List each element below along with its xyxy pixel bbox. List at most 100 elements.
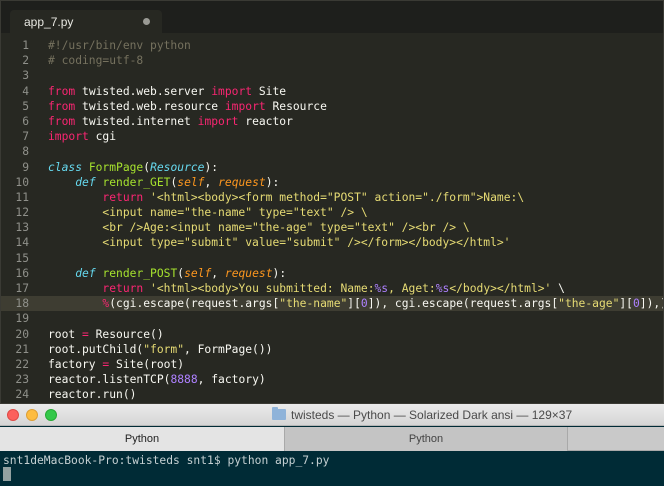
- code-token: request: [224, 266, 273, 280]
- code-line[interactable]: 15: [1, 251, 663, 266]
- line-number: 4: [22, 84, 29, 98]
- code-line[interactable]: 19: [1, 311, 663, 326]
- code-line[interactable]: 13 <br />Age:<input name="the-age" type=…: [1, 220, 663, 235]
- code-token: 0: [360, 297, 368, 311]
- code-text: def render_POST(self, request):: [48, 266, 286, 281]
- code-line[interactable]: 16 def render_POST(self, request):: [1, 266, 663, 281]
- terminal-title: twisteds — Python — Solarized Dark ansi …: [291, 408, 573, 422]
- code-text: root = Resource(): [48, 327, 164, 342]
- code-token: twisted.internet: [75, 114, 198, 128]
- line-number: 14: [15, 236, 29, 250]
- code-token: reactor.run(): [48, 388, 137, 402]
- code-token: ):: [204, 160, 219, 174]
- line-number: 10: [15, 175, 29, 189]
- terminal-cursor: [3, 467, 11, 481]
- code-token: root.putChild(: [48, 342, 144, 356]
- code-token: 8888: [170, 373, 198, 387]
- code-token: import: [224, 99, 266, 113]
- code-text: def render_GET(self, request):: [48, 175, 279, 190]
- code-line[interactable]: 6 from twisted.internet import reactor: [1, 114, 663, 129]
- line-number: 19: [15, 312, 29, 326]
- code-line[interactable]: 12 <input name="the-name" type="text" />…: [1, 205, 663, 220]
- code-token: Site: [252, 84, 287, 98]
- unsaved-dot-icon[interactable]: [143, 18, 150, 25]
- code-line[interactable]: 22 factory = Site(root): [1, 357, 663, 372]
- code-token: ][: [347, 297, 361, 311]
- code-line[interactable]: 23 reactor.listenTCP(8888, factory): [1, 372, 663, 387]
- code-text: factory = Site(root): [48, 357, 184, 372]
- line-number: 12: [15, 206, 29, 220]
- code-area[interactable]: 1 #!/usr/bin/env python 2 # coding=utf-8 3 4 f…: [1, 38, 663, 403]
- code-token: 0: [632, 297, 640, 311]
- minimize-window-icon[interactable]: [26, 409, 38, 421]
- code-line[interactable]: 21 root.putChild("form", FormPage()): [1, 342, 663, 357]
- code-line[interactable]: 2 # coding=utf-8: [1, 53, 663, 68]
- line-number: 16: [15, 266, 29, 280]
- code-line[interactable]: 11 return '<html><body><form method="POS…: [1, 190, 663, 205]
- code-token: from: [48, 99, 76, 113]
- code-line[interactable]: 3: [1, 68, 663, 83]
- code-token: factory: [48, 357, 103, 371]
- code-line[interactable]: 4 from twisted.web.server import Site: [1, 84, 663, 99]
- file-tab[interactable]: app_7.py: [10, 10, 162, 33]
- code-token: FormPage: [88, 160, 144, 174]
- code-line[interactable]: 8: [1, 144, 663, 159]
- line-number: 6: [22, 114, 29, 128]
- code-token: "form": [143, 342, 185, 356]
- code-token: self: [177, 175, 205, 189]
- code-line[interactable]: 10 def render_GET(self, request):: [1, 175, 663, 190]
- code-token: reactor: [238, 114, 293, 128]
- terminal-tab-2[interactable]: Python: [284, 427, 568, 451]
- code-line[interactable]: 18 %(cgi.escape(request.args["the-name"]…: [1, 296, 663, 312]
- code-line[interactable]: 14 <input type="submit" value="submit" /…: [1, 235, 663, 250]
- code-text: # coding=utf-8: [48, 53, 143, 68]
- code-text: import cgi: [48, 129, 116, 144]
- code-token: # coding=utf-8: [48, 54, 144, 68]
- code-token: root: [48, 327, 83, 341]
- code-token: request: [218, 175, 266, 189]
- code-token: return: [102, 190, 144, 204]
- line-number: 15: [15, 251, 29, 265]
- line-number: 13: [15, 221, 29, 235]
- line-number: 8: [22, 145, 29, 159]
- code-line[interactable]: 9 class FormPage(Resource):: [1, 160, 663, 175]
- code-token: <input name="the-name" type="text" /> \: [48, 206, 368, 220]
- code-line[interactable]: 7 import cgi: [1, 129, 663, 144]
- zoom-window-icon[interactable]: [45, 409, 57, 421]
- code-token: def: [75, 175, 96, 189]
- terminal-window[interactable]: twisteds — Python — Solarized Dark ansi …: [0, 404, 664, 486]
- close-window-icon[interactable]: [7, 409, 19, 421]
- code-text: reactor.listenTCP(8888, factory): [48, 372, 266, 387]
- folder-icon: [272, 407, 286, 420]
- code-token: ,: [204, 175, 219, 189]
- code-token: twisted.web.resource: [75, 99, 225, 113]
- code-token: import: [48, 130, 89, 144]
- terminal-tab-1[interactable]: Python: [0, 427, 284, 451]
- terminal-prompt-line: snt1deMacBook-Pro:twisteds snt1$ python …: [3, 454, 330, 467]
- code-editor[interactable]: app_7.py 1 #!/usr/bin/env python 2 # coding…: [0, 0, 664, 404]
- terminal-titlebar[interactable]: twisteds — Python — Solarized Dark ansi …: [0, 404, 664, 426]
- code-token: "the-age": [558, 297, 620, 311]
- code-line[interactable]: 17 return '<html><body>You submitted: Na…: [1, 281, 663, 296]
- code-token: Resource: [150, 160, 205, 174]
- code-token: "the-name": [279, 297, 348, 311]
- code-line[interactable]: 24 reactor.run(): [1, 387, 663, 402]
- line-number: 17: [15, 282, 29, 295]
- code-text: %(cgi.escape(request.args["the-name"][0]…: [48, 296, 663, 311]
- line-number: 24: [15, 388, 29, 402]
- code-token: ):: [265, 175, 280, 189]
- line-number: 7: [22, 130, 29, 144]
- line-number: 11: [15, 190, 29, 204]
- terminal-tab-bar: Python Python: [0, 427, 664, 451]
- code-line[interactable]: 5 from twisted.web.resource import Resour…: [1, 99, 663, 114]
- file-tab-label: app_7.py: [24, 15, 74, 29]
- code-token: (cgi.escape(request.args[: [109, 297, 280, 311]
- code-token: from: [48, 114, 76, 128]
- code-token: ][: [619, 297, 633, 311]
- code-line[interactable]: 20 root = Resource(): [1, 327, 663, 342]
- code-line[interactable]: 1 #!/usr/bin/env python: [1, 38, 663, 53]
- editor-tab-bar: app_7.py: [1, 1, 663, 33]
